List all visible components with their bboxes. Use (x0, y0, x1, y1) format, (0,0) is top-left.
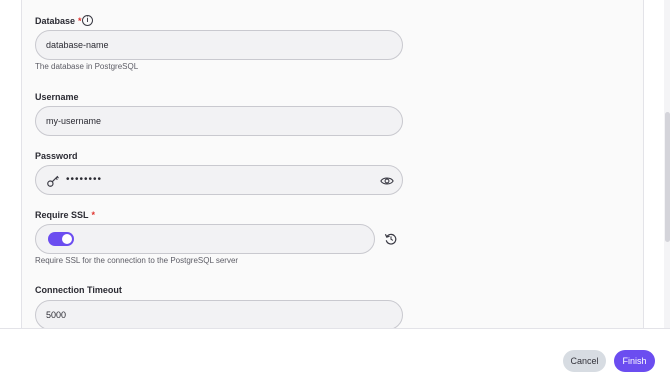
cancel-button[interactable]: Cancel (563, 350, 606, 372)
dialog-footer: Cancel Finish (0, 328, 670, 388)
scrollbar-thumb[interactable] (665, 112, 670, 242)
require-ssl-field (35, 224, 375, 254)
eye-icon[interactable] (380, 174, 394, 188)
finish-button[interactable]: Finish (614, 350, 655, 372)
connection-timeout-label: Connection Timeout (35, 285, 122, 295)
require-ssl-toggle[interactable] (48, 232, 74, 246)
toggle-knob (62, 234, 72, 244)
connection-timeout-value: 5000 (46, 310, 67, 320)
username-input[interactable]: my-username (35, 106, 403, 136)
password-label: Password (35, 151, 78, 161)
required-marker: * (91, 210, 96, 220)
reset-icon[interactable] (384, 232, 398, 246)
required-marker: * (78, 16, 82, 26)
database-input-value: database-name (46, 40, 109, 50)
username-label: Username (35, 92, 79, 102)
database-input[interactable]: database-name (35, 30, 403, 60)
info-icon[interactable]: i (82, 15, 93, 26)
database-helper-text: The database in PostgreSQL (35, 62, 139, 71)
key-icon (47, 175, 59, 187)
database-label-text: Database (35, 16, 76, 26)
username-input-value: my-username (46, 116, 102, 126)
require-ssl-helper-text: Require SSL for the connection to the Po… (35, 256, 239, 265)
password-masked-value: •••••••• (66, 174, 103, 185)
connection-timeout-input[interactable]: 5000 (35, 300, 403, 328)
password-input[interactable]: •••••••• (35, 165, 403, 195)
form-scroll-area[interactable]: Database * i database-name The database i… (0, 0, 670, 328)
connection-settings-dialog: Database * i database-name The database i… (0, 0, 670, 388)
database-label: Database * (35, 16, 82, 26)
require-ssl-label-text: Require SSL (35, 210, 89, 220)
require-ssl-label: Require SSL * (35, 210, 95, 220)
